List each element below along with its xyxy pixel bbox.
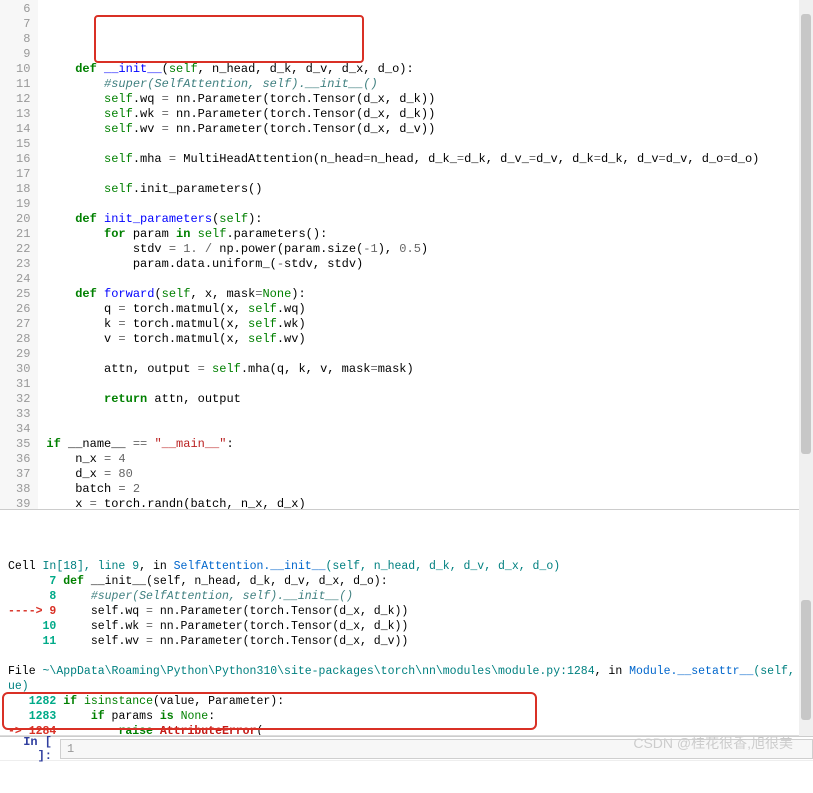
code-content[interactable]: def __init__(self, n_head, d_k, d_v, d_x…	[38, 0, 813, 509]
code-line[interactable]: def init_parameters(self):	[46, 212, 813, 227]
cell-input[interactable]: 1	[60, 739, 813, 759]
line-number: 33	[16, 407, 30, 422]
output-line: 1282 if isinstance(value, Parameter):	[8, 694, 805, 709]
code-line[interactable]: def forward(self, x, mask=None):	[46, 287, 813, 302]
code-line[interactable]: self.init_parameters()	[46, 182, 813, 197]
code-line[interactable]: q = torch.matmul(x, self.wq)	[46, 302, 813, 317]
line-number: 34	[16, 422, 30, 437]
code-line[interactable]: self.mha = MultiHeadAttention(n_head=n_h…	[46, 152, 813, 167]
output-line: ----> 9 self.wq = nn.Parameter(torch.Ten…	[8, 604, 805, 619]
line-number: 20	[16, 212, 30, 227]
code-line[interactable]	[46, 407, 813, 422]
line-number: 27	[16, 317, 30, 332]
output-line	[8, 544, 805, 559]
line-number: 15	[16, 137, 30, 152]
code-line[interactable]: self.wk = nn.Parameter(torch.Tensor(d_x,…	[46, 107, 813, 122]
output-line: 7 def __init__(self, n_head, d_k, d_v, d…	[8, 574, 805, 589]
scrollbar-thumb[interactable]	[801, 600, 811, 720]
code-line[interactable]: def __init__(self, n_head, d_k, d_v, d_x…	[46, 62, 813, 77]
output-line: 11 self.wv = nn.Parameter(torch.Tensor(d…	[8, 634, 805, 649]
line-number: 8	[16, 32, 30, 47]
bottom-bar	[0, 760, 813, 780]
code-line[interactable]: #super(SelfAttention, self).__init__()	[46, 77, 813, 92]
code-line[interactable]	[46, 377, 813, 392]
line-number: 6	[16, 2, 30, 17]
code-line[interactable]: batch = 2	[46, 482, 813, 497]
line-number: 30	[16, 362, 30, 377]
line-number: 9	[16, 47, 30, 62]
code-line[interactable]	[46, 197, 813, 212]
line-number: 17	[16, 167, 30, 182]
code-line[interactable]	[46, 137, 813, 152]
line-number: 32	[16, 392, 30, 407]
line-number: 28	[16, 332, 30, 347]
code-line[interactable]: if __name__ == "__main__":	[46, 437, 813, 452]
line-number: 37	[16, 467, 30, 482]
line-number: 22	[16, 242, 30, 257]
line-number: 19	[16, 197, 30, 212]
code-editor[interactable]: 6789101112131415161718192021222324252627…	[0, 0, 813, 510]
line-number: 31	[16, 377, 30, 392]
code-line[interactable]: for param in self.parameters():	[46, 227, 813, 242]
line-number: 26	[16, 302, 30, 317]
code-line[interactable]: stdv = 1. / np.power(param.size(-1), 0.5…	[46, 242, 813, 257]
code-line[interactable]: x = torch.randn(batch, n_x, d_x)	[46, 497, 813, 510]
line-number: 14	[16, 122, 30, 137]
code-line[interactable]	[46, 422, 813, 437]
output-line: File ~\AppData\Roaming\Python\Python310\…	[8, 664, 805, 679]
output-line: ue)	[8, 679, 805, 694]
line-number: 25	[16, 287, 30, 302]
scrollbar-thumb[interactable]	[801, 14, 811, 454]
input-cell: In [ ]: 1	[0, 736, 813, 760]
line-number: 24	[16, 272, 30, 287]
code-line[interactable]: param.data.uniform_(-stdv, stdv)	[46, 257, 813, 272]
line-number: 16	[16, 152, 30, 167]
output-line: Cell In[18], line 9, in SelfAttention.__…	[8, 559, 805, 574]
code-line[interactable]: self.wv = nn.Parameter(torch.Tensor(d_x,…	[46, 122, 813, 137]
line-number: 18	[16, 182, 30, 197]
code-line[interactable]	[46, 167, 813, 182]
output-line: 10 self.wk = nn.Parameter(torch.Tensor(d…	[8, 619, 805, 634]
code-line[interactable]: d_x = 80	[46, 467, 813, 482]
output-line	[8, 649, 805, 664]
code-line[interactable]: attn, output = self.mha(q, k, v, mask=ma…	[46, 362, 813, 377]
line-number: 38	[16, 482, 30, 497]
output-panel[interactable]: Cell In[18], line 9, in SelfAttention.__…	[0, 510, 813, 736]
output-line: 1283 if params is None:	[8, 709, 805, 724]
line-number-gutter: 6789101112131415161718192021222324252627…	[0, 0, 38, 509]
line-number: 7	[16, 17, 30, 32]
code-line[interactable]: return attn, output	[46, 392, 813, 407]
output-line: -> 1284 raise AttributeError(	[8, 724, 805, 736]
code-line[interactable]	[46, 347, 813, 362]
output-line: 8 #super(SelfAttention, self).__init__()	[8, 589, 805, 604]
output-scrollbar[interactable]	[799, 510, 813, 736]
line-number: 10	[16, 62, 30, 77]
line-number: 36	[16, 452, 30, 467]
cell-prompt: In [ ]:	[0, 735, 60, 763]
code-line[interactable]: k = torch.matmul(x, self.wk)	[46, 317, 813, 332]
code-line[interactable]	[46, 47, 813, 62]
editor-scrollbar[interactable]	[799, 0, 813, 510]
line-number: 39	[16, 497, 30, 510]
line-number: 35	[16, 437, 30, 452]
code-line[interactable]: v = torch.matmul(x, self.wv)	[46, 332, 813, 347]
line-number: 21	[16, 227, 30, 242]
line-number: 29	[16, 347, 30, 362]
code-line[interactable]: n_x = 4	[46, 452, 813, 467]
line-number: 12	[16, 92, 30, 107]
line-number: 13	[16, 107, 30, 122]
line-number: 23	[16, 257, 30, 272]
line-number: 11	[16, 77, 30, 92]
code-line[interactable]: self.wq = nn.Parameter(torch.Tensor(d_x,…	[46, 92, 813, 107]
code-line[interactable]	[46, 272, 813, 287]
